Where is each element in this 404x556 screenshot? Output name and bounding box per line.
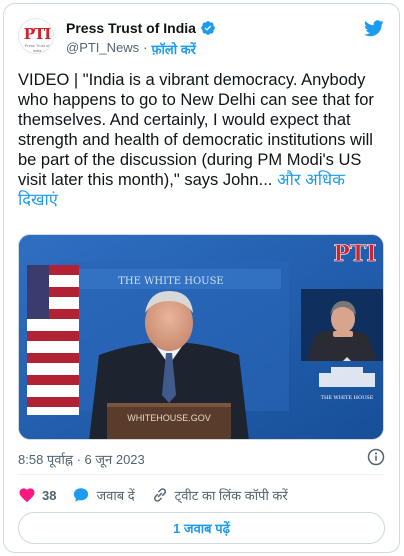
display-name[interactable]: Press Trust of India	[66, 20, 196, 36]
tweet-video[interactable]: THE WHITE HOUSE WHITEHOUSE.GOV PTI THE W…	[18, 234, 384, 440]
heart-icon	[19, 488, 35, 503]
tweet-card: PTI Press Trust of India Press Trust of …	[3, 3, 400, 553]
avatar[interactable]: PTI Press Trust of India	[18, 18, 54, 54]
video-frame: THE WHITE HOUSE WHITEHOUSE.GOV PTI THE W…	[19, 235, 383, 439]
read-replies-button[interactable]: 1 जवाब पढ़ें	[18, 512, 385, 544]
reply-bubble-icon	[74, 488, 89, 502]
podium-text: WHITEHOUSE.GOV	[127, 413, 211, 423]
like-count: 38	[42, 487, 57, 503]
pti-watermark: PTI	[333, 241, 376, 267]
tweet-header: PTI Press Trust of India Press Trust of …	[18, 16, 385, 60]
separator: ·	[143, 40, 148, 55]
handle[interactable]: @PTI_News	[66, 40, 139, 58]
copy-link-label: ट्वीट का लिंक कॉपी करें	[174, 488, 288, 503]
tweet-text: VIDEO | "India is a vibrant democracy. A…	[18, 70, 388, 210]
tweet-actions: 38 जवाब दें ट्वीट का लिंक कॉपी करें	[18, 484, 304, 506]
like-button[interactable]: 38	[18, 486, 56, 504]
reply-button[interactable]: जवाब दें	[72, 486, 135, 504]
copy-link-button[interactable]: ट्वीट का लिंक कॉपी करें	[151, 486, 288, 504]
twitter-bird-icon[interactable]	[363, 18, 385, 38]
seal-text: THE WHITE HOUSE	[118, 276, 223, 287]
name-line: Press Trust of India	[66, 20, 216, 36]
reply-label: जवाब दें	[96, 488, 135, 503]
info-icon[interactable]	[367, 448, 385, 466]
verified-badge-icon	[201, 21, 215, 35]
tweet-timestamp[interactable]: 8:58 पूर्वाह्न · 6 जून 2023	[18, 450, 145, 468]
avatar-logo-sub: Press Trust of India	[24, 43, 50, 53]
side-logo-text: THE WHITE HOUSE	[321, 395, 374, 401]
follow-button[interactable]: फ़ॉलो करें	[152, 40, 196, 58]
divider	[18, 474, 385, 475]
avatar-logo-text: PTI	[23, 25, 51, 43]
link-icon	[153, 488, 166, 502]
handle-line: @PTI_News · फ़ॉलो करें	[66, 40, 196, 58]
